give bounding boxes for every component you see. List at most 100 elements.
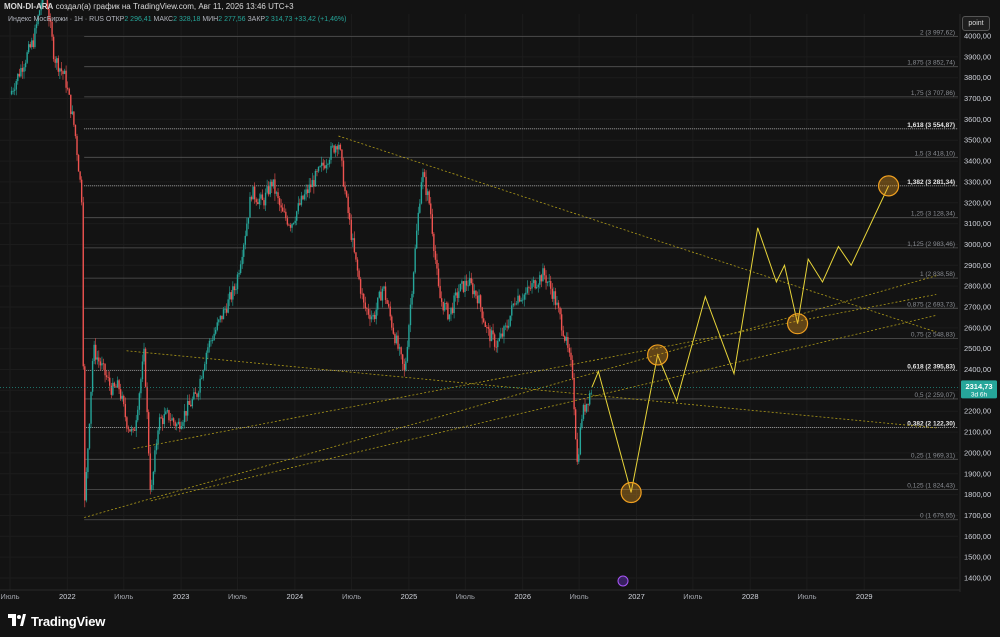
candle-body [392, 327, 395, 334]
candle-body [297, 203, 299, 212]
candle-body [221, 315, 223, 320]
time-tick-label: Июль [797, 592, 816, 601]
candle-body [32, 40, 35, 47]
price-tick-label: 3100,00 [964, 219, 991, 228]
symbol-name: Индекс МосБиржи · 1Н · RUS [8, 16, 104, 23]
candle-body [236, 274, 239, 290]
candle-body [512, 303, 515, 306]
fib-level-label: 1,618 (3 554,87) [907, 122, 955, 129]
fib-level-label: 0,5 (2 259,07) [915, 392, 955, 399]
candle-body [330, 146, 332, 160]
candle-body [263, 200, 265, 206]
candle-body [495, 346, 497, 348]
target-marker [786, 313, 809, 335]
last-price-countdown: 3d 6h [971, 391, 988, 398]
candle-body [230, 292, 232, 300]
candle-body [419, 203, 421, 213]
candle-body [123, 395, 125, 405]
candle-body [12, 90, 14, 92]
candle-body [325, 165, 328, 169]
scale-mode-button[interactable]: point [962, 16, 990, 31]
candle-body [216, 322, 218, 330]
candle-body [576, 439, 578, 462]
candle-body [255, 199, 257, 203]
candle-body [238, 273, 240, 275]
price-tick-label: 1600,00 [964, 532, 991, 541]
candle-body [261, 194, 264, 201]
candle-body [278, 198, 281, 206]
candle-body [540, 275, 543, 282]
candle-body [459, 283, 462, 292]
candle-body [562, 330, 564, 337]
candle-body [401, 354, 404, 364]
fib-level-label: 0,875 (2 693,73) [907, 301, 955, 308]
candle-body [490, 330, 493, 342]
candle-body [98, 357, 100, 362]
candle-body [400, 347, 402, 355]
candle-body [430, 203, 432, 215]
candle-body [35, 24, 38, 29]
candle-body [536, 287, 538, 289]
tradingview-logo[interactable]: TradingView [8, 612, 105, 630]
candle-body [199, 378, 201, 393]
candle-body [349, 213, 351, 220]
candle-body [277, 192, 279, 199]
candle-body [523, 294, 525, 300]
candle-body [444, 303, 446, 311]
candle-body [109, 377, 111, 386]
candle-body [152, 471, 155, 485]
fib-level-label: 1,5 (3 418,10) [915, 150, 955, 157]
candle-body [414, 248, 416, 273]
candle-body [291, 223, 293, 228]
candle-body [518, 295, 521, 302]
candle-body [21, 67, 24, 72]
candle-body [345, 191, 348, 197]
candle-body [118, 380, 120, 390]
candle-body [244, 235, 247, 245]
candle-body [391, 316, 393, 328]
candle-body [548, 281, 550, 282]
candle-body [63, 70, 66, 74]
candle-body [560, 314, 563, 331]
candle-body [283, 211, 285, 213]
price-chart[interactable]: 0 (1 679,55) 0,125 (1 824,43) 0,25 (1 969,… [0, 0, 1000, 606]
candle-body [378, 291, 381, 298]
candle-body [521, 299, 524, 301]
candle-body [497, 341, 499, 348]
candle-body [363, 293, 365, 303]
candle-body [144, 348, 147, 387]
fib-level-label: 1 (2 838,58) [920, 271, 955, 278]
candle-body [585, 403, 588, 412]
candle-body [99, 361, 102, 366]
candle-body [361, 293, 363, 295]
candle-body [80, 179, 83, 203]
candle-body [96, 357, 98, 360]
price-tick-label: 4000,00 [964, 32, 991, 41]
candle-body [342, 160, 345, 187]
candle-body [406, 346, 409, 362]
candle-body [479, 295, 482, 308]
candle-body [431, 214, 434, 234]
close-value: 2 314,73 [265, 16, 293, 23]
candle-body [447, 303, 449, 320]
candle-body [233, 286, 236, 291]
candle-body [439, 285, 441, 299]
candle-body [247, 217, 250, 224]
candle-body [475, 290, 477, 296]
close-label: ЗАКР [247, 16, 266, 23]
candle-body [559, 307, 561, 315]
candle-body [514, 303, 516, 305]
open-label: ОТКР [105, 16, 125, 23]
candle-body [166, 410, 169, 412]
candle-body [232, 286, 234, 300]
candle-body [373, 314, 376, 320]
candle-body [504, 325, 507, 327]
candle-body [200, 378, 203, 380]
candle-body [130, 428, 133, 432]
candle-body [503, 326, 505, 337]
candle-body [186, 400, 189, 416]
candle-body [369, 314, 371, 320]
price-tick-label: 2800,00 [964, 282, 991, 291]
candle-body [246, 223, 248, 236]
candle-body [542, 268, 544, 282]
